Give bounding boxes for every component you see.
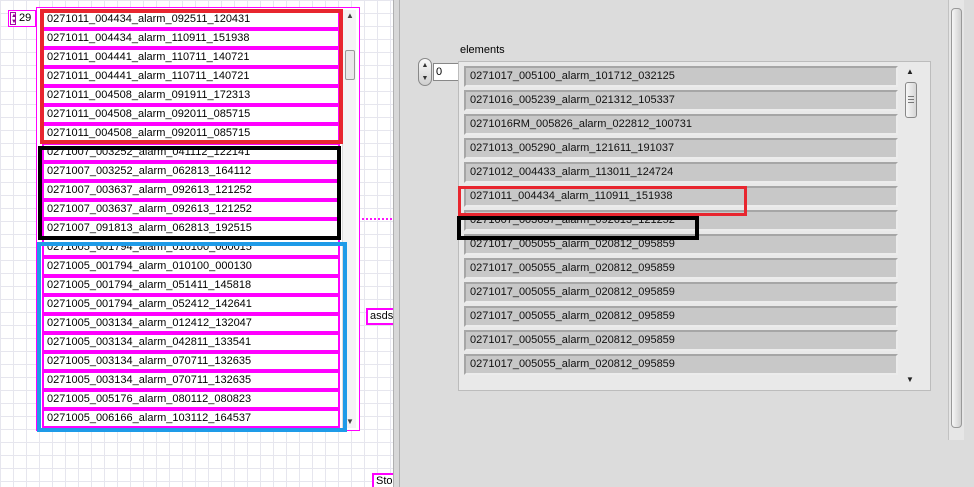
array-item[interactable]: 0271007_003252_alarm_041112_122141 [42, 143, 340, 162]
array-item[interactable]: 0271005_001794_alarm_052412_142641 [42, 295, 340, 314]
array-item[interactable]: 0271011_004441_alarm_110711_140721 [42, 67, 340, 86]
element-item[interactable]: 0271016_005239_alarm_021312_105337 [464, 90, 898, 111]
spin-up-icon[interactable]: ▲ [419, 59, 431, 72]
spin-down-icon[interactable]: ▼ [419, 72, 431, 85]
array-item[interactable]: 0271011_004434_alarm_092511_120431 [42, 10, 340, 29]
elements-array-list[interactable]: 0271017_005100_alarm_101712_032125 027101… [464, 66, 898, 378]
array-item[interactable]: 0271005_005176_alarm_080112_080823 [42, 390, 340, 409]
element-item[interactable]: 0271012_004433_alarm_113011_124724 [464, 162, 898, 183]
array-item[interactable]: 0271007_003637_alarm_092613_121252 [42, 181, 340, 200]
element-item[interactable]: 0271017_005055_alarm_020812_095859 [464, 306, 898, 327]
array-index-value: 29 [19, 12, 32, 24]
scroll-thumb[interactable] [905, 82, 917, 118]
array-item[interactable]: 0271005_003134_alarm_070711_132635 [42, 352, 340, 371]
element-item[interactable]: 0271016RM_005826_alarm_022812_100731 [464, 114, 898, 135]
array-item[interactable]: 0271005_003134_alarm_070711_132635 [42, 371, 340, 390]
array-scrollbar[interactable]: ▲ ▼ [342, 10, 356, 428]
array-item[interactable]: 0271011_004508_alarm_091911_172313 [42, 86, 340, 105]
block-diagram-pane: ▲ ▼ 29 0271011_004434_alarm_092511_120431… [0, 0, 393, 487]
elements-scrollbar[interactable]: ▲ ▼ [902, 66, 918, 386]
array-index-display[interactable]: ▲ ▼ 29 [8, 10, 36, 27]
array-constant-list[interactable]: 0271011_004434_alarm_092511_120431 027101… [42, 10, 340, 428]
element-item[interactable]: 0271011_004434_alarm_110911_151938 [464, 186, 898, 207]
string-wire [361, 218, 393, 220]
array-item[interactable]: 0271011_004508_alarm_092011_085715 [42, 105, 340, 124]
stop-constant[interactable]: Stop [372, 473, 393, 487]
array-item[interactable]: 0271011_004441_alarm_110711_140721 [42, 48, 340, 67]
array-item[interactable]: 0271005_003134_alarm_012412_132047 [42, 314, 340, 333]
scroll-up-icon[interactable]: ▲ [902, 66, 918, 78]
pane-divider[interactable] [393, 0, 400, 487]
front-panel-pane: elements ▲ ▼ 0 0271017_005100_alarm_1017… [400, 0, 974, 487]
window-scrollbar[interactable] [948, 0, 964, 440]
scroll-down-icon[interactable]: ▼ [343, 416, 357, 428]
element-item[interactable]: 0271007_003637_alarm_092613_121252 [464, 210, 898, 231]
elements-label: elements [460, 44, 505, 56]
element-item[interactable]: 0271017_005055_alarm_020812_095859 [464, 282, 898, 303]
element-item[interactable]: 0271017_005055_alarm_020812_095859 [464, 258, 898, 279]
elements-index-value[interactable]: 0 [433, 63, 459, 81]
string-constant[interactable]: asdsa [366, 308, 393, 325]
array-item[interactable]: 0271007_003252_alarm_062813_164112 [42, 162, 340, 181]
array-item[interactable]: 0271005_003134_alarm_042811_133541 [42, 333, 340, 352]
array-item[interactable]: 0271005_001794_alarm_010100_000130 [42, 257, 340, 276]
array-item[interactable]: 0271007_091813_alarm_062813_192515 [42, 219, 340, 238]
array-item[interactable]: 0271007_003637_alarm_092613_121252 [42, 200, 340, 219]
scroll-thumb[interactable] [345, 50, 355, 80]
array-item[interactable]: 0271005_001794_alarm_010100_000015 [42, 238, 340, 257]
array-item[interactable]: 0271005_006166_alarm_103112_164537 [42, 409, 340, 428]
array-item[interactable]: 0271005_001794_alarm_051411_145818 [42, 276, 340, 295]
array-item[interactable]: 0271011_004434_alarm_110911_151938 [42, 29, 340, 48]
array-item[interactable]: 0271011_004508_alarm_092011_085715 [42, 124, 340, 143]
element-item[interactable]: 0271017_005100_alarm_101712_032125 [464, 66, 898, 87]
elements-index-control[interactable]: ▲ ▼ 0 [418, 58, 460, 86]
element-item[interactable]: 0271017_005055_alarm_020812_095859 [464, 354, 898, 375]
window-scroll-thumb[interactable] [951, 8, 962, 428]
element-item[interactable]: 0271013_005290_alarm_121611_191037 [464, 138, 898, 159]
element-item[interactable]: 0271017_005055_alarm_020812_095859 [464, 330, 898, 351]
scroll-up-icon[interactable]: ▲ [343, 10, 357, 22]
index-spin-icon[interactable]: ▲ ▼ [10, 12, 17, 25]
scroll-down-icon[interactable]: ▼ [902, 374, 918, 386]
index-spinner[interactable]: ▲ ▼ [418, 58, 432, 86]
element-item[interactable]: 0271017_005055_alarm_020812_095859 [464, 234, 898, 255]
